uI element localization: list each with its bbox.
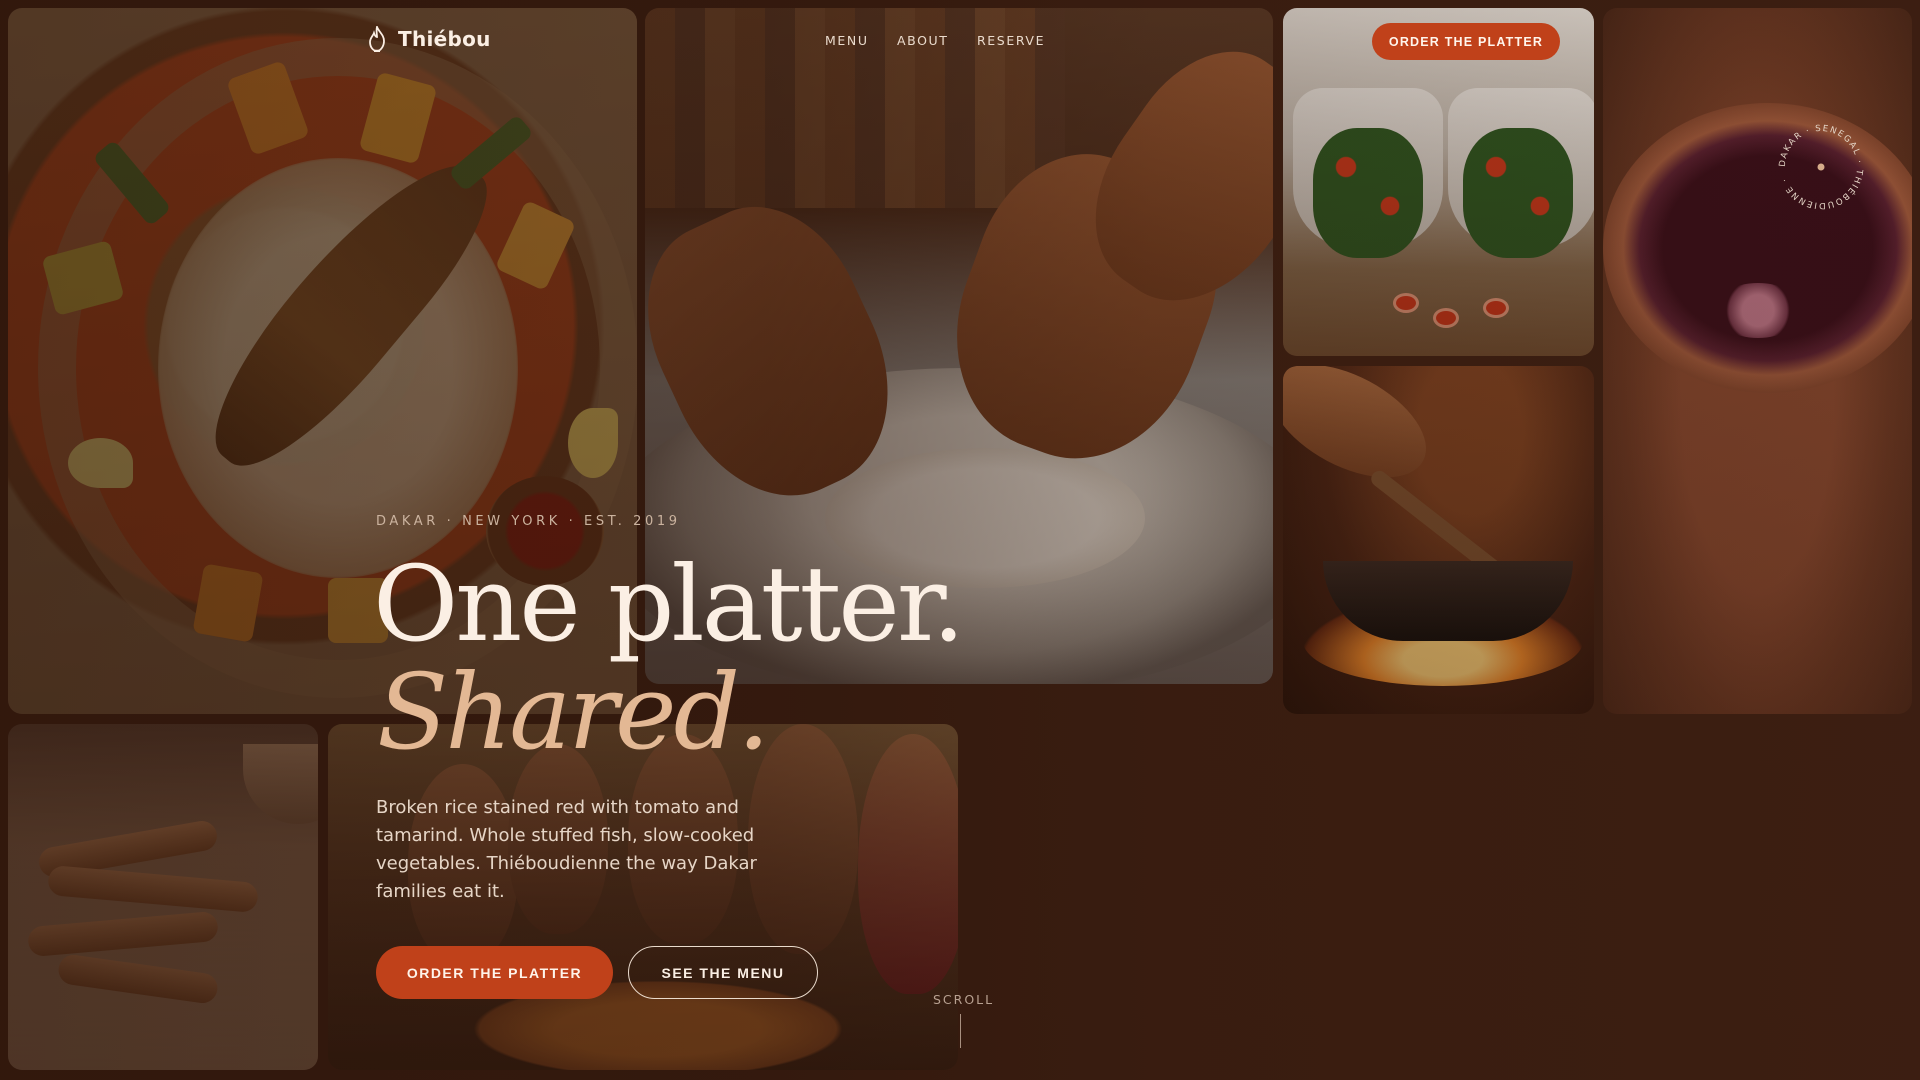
brand-name: Thiébou <box>398 27 491 51</box>
rotating-badge: DAKAR · SENEGAL · THIÉBOUDIENNE · <box>1778 124 1863 210</box>
hero-headline: One platter. <box>373 543 965 665</box>
nav-link-reserve[interactable]: RESERVE <box>977 33 1045 48</box>
nav-link-menu[interactable]: MENU <box>825 33 869 48</box>
tamarind-photo <box>8 724 318 1070</box>
stuffed-fish-photo <box>1283 8 1594 356</box>
see-menu-button[interactable]: SEE THE MENU <box>628 946 818 999</box>
scroll-indicator-label[interactable]: SCROLL <box>933 992 994 1007</box>
order-platter-button[interactable]: ORDER THE PLATTER <box>376 946 613 999</box>
wok-cooking-photo <box>1283 366 1594 714</box>
scroll-indicator-line <box>960 1014 961 1048</box>
bissap-pot-photo: DAKAR · SENEGAL · THIÉBOUDIENNE · <box>1603 8 1912 714</box>
flame-icon <box>369 26 385 52</box>
nav-order-button[interactable]: ORDER THE PLATTER <box>1372 23 1560 60</box>
hero-headline-accent: Shared. <box>377 651 770 773</box>
hero-description: Broken rice stained red with tomato and … <box>376 797 757 902</box>
brand-logo[interactable]: Thiébou <box>366 26 491 52</box>
nav-link-about[interactable]: ABOUT <box>897 33 949 48</box>
hero-eyebrow: DAKAR · NEW YORK · EST. 2019 <box>376 514 681 529</box>
